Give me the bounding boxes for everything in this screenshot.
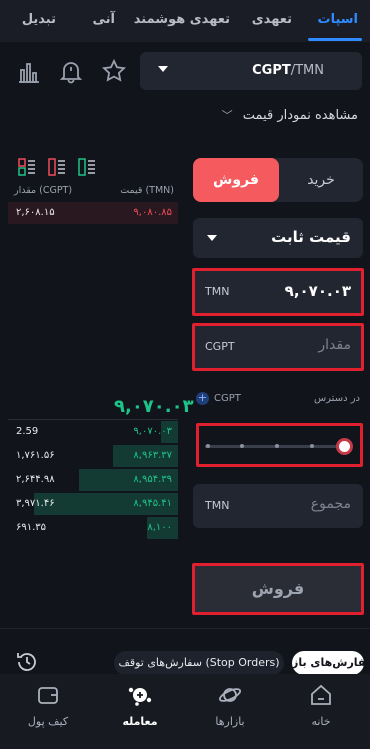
history-icon[interactable] [14, 649, 40, 675]
price-chart-toggle-label: مشاهده نمودار قیمت [242, 108, 358, 123]
bid-row[interactable]: ۱,۷۶۱.۵۶ ۸,۹۶۳.۳۷ [8, 445, 178, 467]
bid-price: ۹,۰۷۰.۰۳ [133, 426, 172, 437]
bid-price: ۸,۱۰۰ [147, 522, 172, 533]
chevron-down-icon [158, 66, 168, 72]
bid-price: ۸,۹۴۵.۴۱ [133, 498, 172, 509]
orders-bar: سفارش‌های باز سفارش‌های توقف (Stop Order… [0, 628, 370, 675]
divider [8, 419, 178, 420]
bid-amount: ۶۹۱.۳۵ [16, 522, 47, 533]
nav-home-label: خانه [311, 715, 331, 728]
orderbook-view-switcher [18, 158, 98, 176]
price-chart-toggle[interactable]: مشاهده نمودار قیمت ﹀ [222, 107, 358, 127]
amount-column-header: مقدار (CGPT) [14, 185, 73, 196]
bid-row[interactable]: ۶۹۱.۳۵ ۸,۱۰۰ [8, 517, 178, 539]
trade-icon [127, 682, 153, 708]
bid-row[interactable]: ۲,۶۴۴.۹۸ ۸,۹۵۴.۳۹ [8, 469, 178, 491]
active-tab-indicator [308, 38, 362, 41]
bid-row[interactable]: 2.59 ۹,۰۷۰.۰۳ [8, 421, 178, 443]
total-placeholder: مجموع [310, 496, 351, 512]
home-icon [308, 682, 334, 708]
bid-amount: 2.59 [16, 426, 39, 437]
tab-spot[interactable]: اسپات [318, 12, 359, 27]
nav-home[interactable]: خانه [284, 682, 358, 728]
ask-price: ۹,۰۸۰.۸۵ [133, 207, 172, 218]
total-input[interactable]: TMN مجموع [193, 484, 363, 528]
buy-tab[interactable]: خرید [279, 158, 363, 202]
top-tab-bar: اسپات تعهدی تعهدی هوشمند آنی تبدیل [0, 0, 370, 42]
pair-selector[interactable]: CGPT/TMN [140, 52, 362, 90]
available-currency: CGPT [214, 393, 241, 404]
nav-wallet[interactable]: کیف پول [11, 682, 85, 728]
total-unit: TMN [205, 499, 230, 512]
bid-amount: ۲,۶۴۴.۹۸ [16, 474, 55, 485]
highlight-box [196, 423, 363, 467]
ask-row[interactable]: ۲,۶۰۸.۱۵ ۹,۰۸۰.۸۵ [8, 202, 178, 224]
tab-smart-margin[interactable]: تعهدی هوشمند [134, 12, 230, 27]
order-type-select[interactable]: قیمت ثابت [193, 218, 363, 258]
nav-markets[interactable]: بازارها [193, 682, 267, 728]
bid-price: ۸,۹۶۳.۳۷ [133, 450, 172, 461]
orderbook-bids-view-icon[interactable] [78, 158, 96, 176]
available-label: در دسترس [313, 393, 360, 404]
favorite-star-icon[interactable] [101, 58, 127, 84]
highlight-box [192, 563, 364, 615]
tab-convert[interactable]: تبدیل [22, 12, 56, 27]
add-funds-icon[interactable]: + [196, 392, 209, 405]
last-price[interactable]: ۹,۰۷۰.۰۳ [114, 396, 194, 417]
bid-amount: ۱,۷۶۱.۵۶ [16, 450, 55, 461]
chevron-down-icon: ﹀ [221, 109, 233, 122]
orderbook-both-view-icon[interactable] [18, 158, 36, 176]
nav-trade-label: معامله [122, 715, 158, 728]
bid-row[interactable]: ۳,۹۷۱.۴۶ ۸,۹۴۵.۴۱ [8, 493, 178, 515]
available-balance: + CGPT در دسترس [196, 392, 366, 407]
planet-icon [217, 682, 243, 708]
nav-markets-label: بازارها [215, 715, 245, 728]
open-orders-tab[interactable]: سفارش‌های باز [292, 651, 370, 675]
nav-trade[interactable]: معامله [103, 682, 177, 728]
bid-price: ۸,۹۵۴.۳۹ [133, 474, 172, 485]
stop-orders-tab[interactable]: سفارش‌های توقف (Stop Orders) [114, 651, 284, 675]
alert-bell-icon[interactable] [58, 58, 84, 84]
highlight-box [192, 323, 364, 371]
chart-bars-icon[interactable] [16, 59, 42, 85]
tab-margin[interactable]: تعهدی [252, 12, 292, 27]
sell-tab[interactable]: فروش [193, 158, 279, 202]
orderbook-asks-view-icon[interactable] [48, 158, 66, 176]
buy-sell-toggle: فروش خرید [193, 158, 363, 202]
bid-amount: ۳,۹۷۱.۴۶ [16, 498, 55, 509]
bottom-nav: خانه بازارها معامله کیف پول [0, 674, 370, 749]
wallet-icon [35, 682, 61, 708]
price-column-header: قیمت (TMN) [120, 185, 174, 196]
order-type-label: قیمت ثابت [271, 228, 351, 246]
chevron-down-icon [207, 235, 217, 241]
tab-instant[interactable]: آنی [93, 12, 116, 27]
nav-wallet-label: کیف پول [27, 715, 69, 728]
ask-amount: ۲,۶۰۸.۱۵ [16, 207, 55, 218]
highlight-box [192, 268, 364, 316]
pair-label: CGPT/TMN [252, 63, 324, 78]
